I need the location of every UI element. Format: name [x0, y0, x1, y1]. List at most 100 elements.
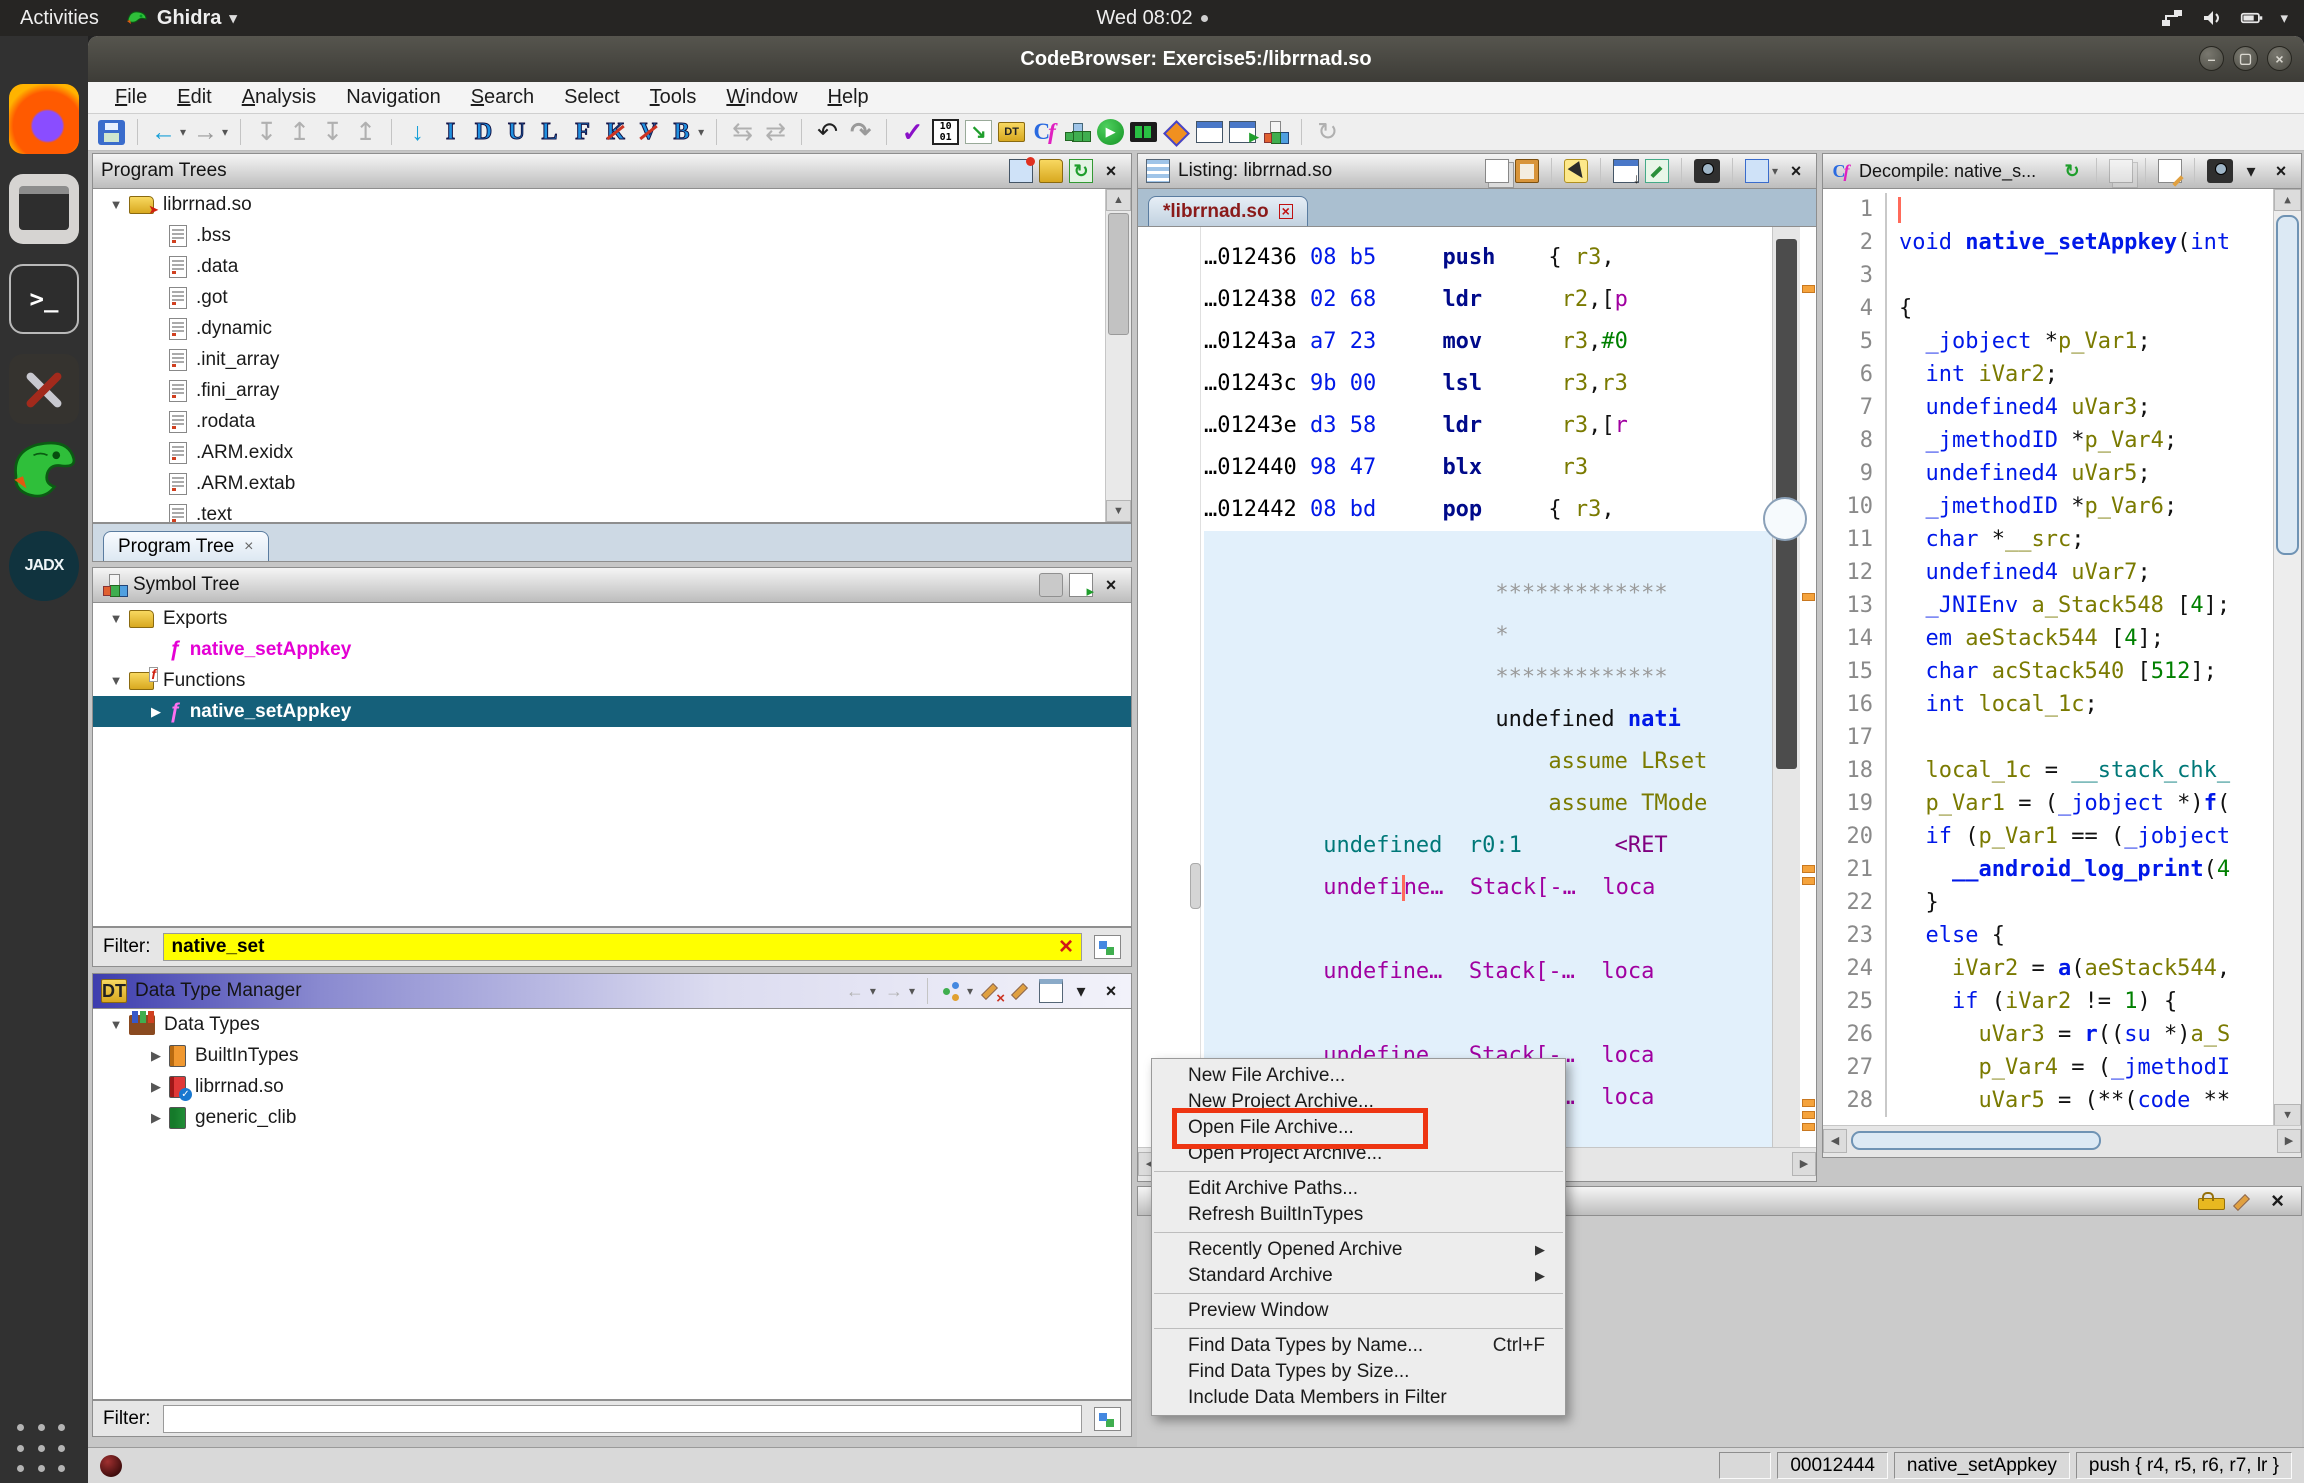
close-window-button[interactable]: × — [2267, 46, 2292, 71]
conflict-mode-icon[interactable] — [940, 979, 964, 1003]
decompile-line[interactable]: 21 __android_log_print(4 — [1823, 853, 2301, 886]
edit-icon[interactable] — [2158, 159, 2182, 183]
snapshot-icon[interactable] — [2207, 159, 2233, 183]
system-menu-chevron[interactable]: ▾ — [2280, 9, 2288, 27]
battery-icon[interactable] — [2240, 8, 2264, 28]
letter-l-icon[interactable]: L — [536, 118, 563, 146]
decompile-hscrollbar[interactable]: ◀ ▶ — [1823, 1125, 2301, 1157]
listing-tab[interactable]: *librrnad.so × — [1148, 196, 1308, 226]
listing-line[interactable]: assume TMode — [1204, 783, 1772, 825]
nav-forward-icon[interactable]: → — [882, 979, 906, 1003]
dtm-filter-input[interactable] — [162, 1404, 1082, 1433]
decompile-line[interactable]: 12 undefined4 uVar7; — [1823, 556, 2301, 589]
decompile-line[interactable]: 15 char acStack540 [512]; — [1823, 655, 2301, 688]
decompile-line[interactable]: 3 — [1823, 259, 2301, 292]
program-trees-scrollbar[interactable]: ▲ ▼ — [1105, 189, 1131, 522]
terminal-icon[interactable]: >_ — [9, 264, 79, 334]
scroll-up-icon[interactable]: ▲ — [2274, 189, 2301, 211]
letter-f-icon[interactable]: F — [569, 118, 596, 146]
scroll-left-icon[interactable]: ◀ — [1823, 1129, 1847, 1153]
symbol-diamond-icon[interactable] — [1163, 120, 1190, 144]
go-down-icon[interactable]: ↓ — [404, 118, 431, 146]
tree-item[interactable]: .ARM.exidx — [93, 437, 1131, 468]
edit-icon[interactable] — [2231, 1190, 2258, 1212]
back-icon-dropdown[interactable]: ▾ — [180, 125, 186, 139]
decompile-line[interactable]: 22 } — [1823, 886, 2301, 919]
tree-item[interactable]: ▶ native_setAppkey — [93, 696, 1131, 727]
nav-back-icon[interactable]: ← — [843, 979, 867, 1003]
decompile-line[interactable]: 2 void native_setAppkey(int — [1823, 226, 2301, 259]
listing-line[interactable]: …01243a a7 23 mov r3,#0 — [1204, 321, 1772, 363]
listing-line[interactable]: undefine… Stack[-… loca — [1204, 951, 1772, 993]
decompile-line[interactable]: 10 _jmethodID *p_Var6; — [1823, 490, 2301, 523]
menu-item-find-data-types-by-size[interactable]: Find Data Types by Size... — [1152, 1359, 1565, 1385]
save-icon[interactable] — [98, 119, 125, 145]
decompiler-icon[interactable]: C — [1031, 119, 1058, 146]
refresh-disabled-icon[interactable]: ↻ — [1314, 118, 1341, 146]
lock-icon[interactable] — [2198, 1192, 2225, 1210]
listing-line[interactable]: undefined nati — [1204, 699, 1772, 741]
nav-forward-icon-dropdown[interactable]: ▾ — [909, 984, 915, 998]
back-icon[interactable]: ← — [150, 118, 177, 146]
decompile-line[interactable]: 16 int local_1c; — [1823, 688, 2301, 721]
byte-viewer-icon[interactable]: 10 01 — [932, 119, 960, 145]
decompile-line[interactable]: 20 if (p_Var1 == (_jobject — [1823, 820, 2301, 853]
decompile-line[interactable]: 1 — [1823, 193, 2301, 226]
close-icon[interactable]: × — [2264, 1188, 2291, 1215]
decompile-line[interactable]: 14 em aeStack544 [4]; — [1823, 622, 2301, 655]
listing-line[interactable]: …01243c 9b 00 lsl r3,r3 — [1204, 363, 1772, 405]
decompile-line[interactable]: 25 if (iVar2 != 1) { — [1823, 985, 2301, 1018]
listing-view[interactable]: …012436 08 b5 push { r3, …012438 02 68 ld… — [1138, 227, 1816, 1148]
function-graph-icon[interactable] — [1064, 121, 1091, 143]
menu-analysis[interactable]: Analysis — [229, 86, 329, 109]
menu-item-preview-window[interactable]: Preview Window — [1152, 1298, 1565, 1324]
decompile-line[interactable]: 7 undefined4 uVar3; — [1823, 391, 2301, 424]
menu-item-new-file-archive[interactable]: New File Archive... — [1152, 1063, 1565, 1089]
tree-item[interactable]: .init_array — [93, 344, 1131, 375]
nav-back-icon-dropdown[interactable]: ▾ — [870, 984, 876, 998]
snapshot-icon[interactable] — [1693, 159, 1720, 183]
decompile-line[interactable]: 17 — [1823, 721, 2301, 754]
letter-i-icon[interactable]: I — [437, 118, 464, 146]
program-tree-tab[interactable]: Program Tree × — [103, 531, 269, 561]
listing-line[interactable] — [1204, 531, 1772, 573]
expander-icon[interactable]: ▶ — [143, 1110, 169, 1126]
close-tab-icon[interactable]: × — [244, 538, 253, 556]
decompile-line[interactable]: 5 _jobject *p_Var1; — [1823, 325, 2301, 358]
firefox-icon[interactable] — [9, 84, 79, 154]
listing-header[interactable]: Listing: librrnad.so ▾ × — [1138, 154, 1816, 189]
tree-item[interactable]: ▼ Functions — [93, 665, 1131, 696]
listing-line[interactable]: undefined r0:1 <RET — [1204, 825, 1772, 867]
decompile-line[interactable]: 18 local_1c = __stack_chk_ — [1823, 754, 2301, 787]
menu-navigation[interactable]: Navigation — [333, 86, 454, 109]
decompile-view[interactable]: 1 2 void native_setAppkey(int 3 4{5 _jobject… — [1823, 189, 2301, 1126]
symbol-filter-input[interactable] — [162, 933, 1082, 961]
refresh-icon[interactable]: ↻ — [2060, 159, 2084, 183]
nav-mem-down-icon[interactable]: ↧ — [253, 118, 280, 146]
letter-v-slashed-icon[interactable]: V — [635, 118, 662, 146]
forward-icon[interactable]: → — [192, 118, 219, 146]
cursor-tool-icon[interactable] — [1563, 159, 1588, 183]
decompile-header[interactable]: C Decompile: native_s... ↻ ▾× — [1823, 154, 2301, 189]
conflict-mode-icon-dropdown[interactable]: ▾ — [967, 984, 973, 998]
show-applications-button[interactable] — [17, 1424, 71, 1478]
filter-arrays-icon[interactable] — [1009, 979, 1033, 1003]
clock-label[interactable]: Wed 08:02 — [1096, 7, 1192, 30]
listing-line[interactable]: ************* — [1204, 657, 1772, 699]
listing-line[interactable]: …01243e d3 58 ldr r3,[r — [1204, 405, 1772, 447]
tree-item[interactable]: .got — [93, 282, 1131, 313]
menu-item-include-data-members-in-filter[interactable]: Include Data Members in Filter — [1152, 1385, 1565, 1411]
listing-line[interactable]: ************* — [1204, 573, 1772, 615]
tree-item[interactable]: .dynamic — [93, 313, 1131, 344]
expander-icon[interactable]: ▼ — [103, 611, 129, 626]
modify-view-icon[interactable] — [1069, 159, 1093, 183]
tree-item[interactable]: ▼ Exports — [93, 603, 1131, 634]
decompile-line[interactable]: 28 uVar5 = (**(code ** — [1823, 1084, 2301, 1117]
panel-menu-chevron[interactable]: ▾ — [2239, 159, 2263, 183]
filter-options-icon[interactable] — [1094, 1406, 1121, 1431]
create-window-icon[interactable] — [1069, 573, 1094, 600]
diff-right-icon[interactable]: ⇄ — [762, 118, 789, 146]
close-icon[interactable]: × — [2269, 159, 2293, 183]
scroll-down-icon[interactable]: ▼ — [2274, 1104, 2301, 1126]
listing-line[interactable]: …012436 08 b5 push { r3, — [1204, 237, 1772, 279]
